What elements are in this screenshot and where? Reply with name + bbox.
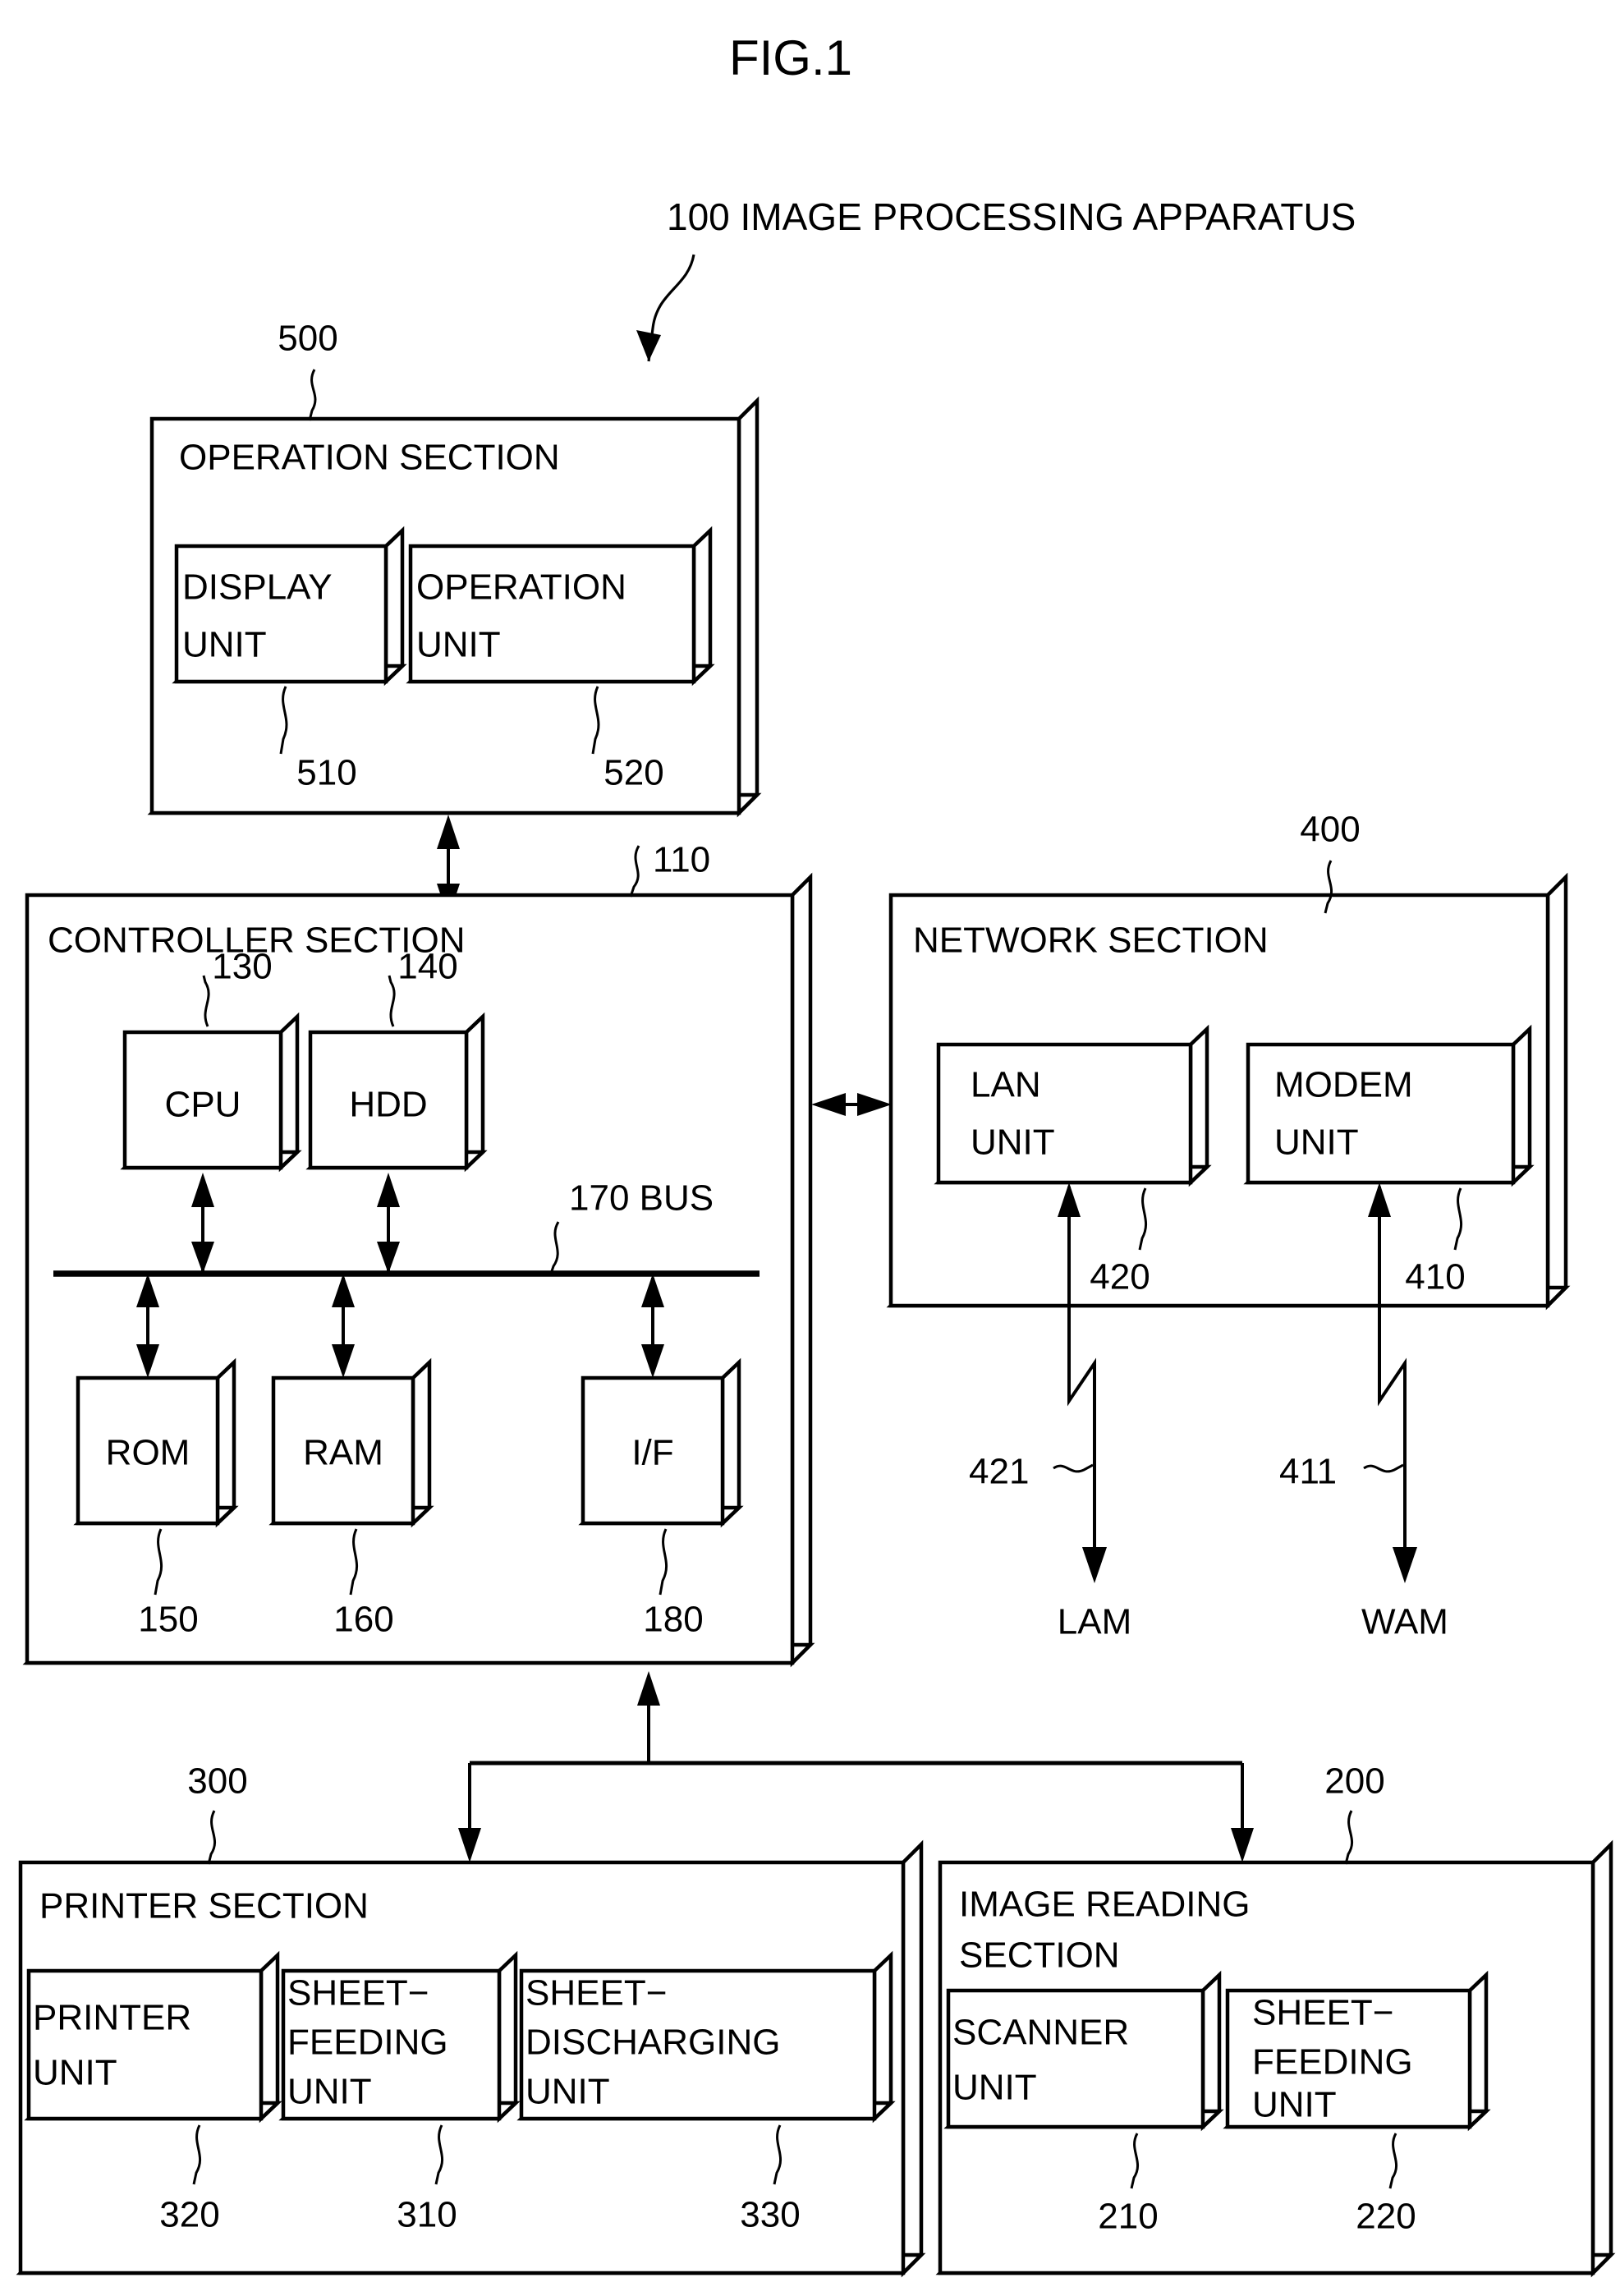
image-reading-section-depth-right	[1590, 1839, 1613, 2278]
image-reading-section-ref: 200	[1324, 1761, 1384, 1802]
rom-depth-right	[215, 1357, 236, 1528]
printer-unit-label-line2: UNIT	[33, 2053, 117, 2093]
modem-link-ref-leader	[1363, 1463, 1404, 1473]
modem-unit-depth-right	[1511, 1024, 1532, 1187]
controller-section-body	[25, 893, 795, 1665]
display-unit-depth-right	[383, 526, 405, 687]
patent-figure: FIG.1 100 IMAGE PROCESSING APPARATUS OPE…	[0, 0, 1620, 2296]
modem-unit-label-line2: UNIT	[1274, 1123, 1359, 1163]
lan-endpoint-label: LAM	[1058, 1602, 1131, 1642]
cpu-label: CPU	[165, 1085, 241, 1125]
display-unit-label-line2: UNIT	[182, 625, 267, 665]
controller-network-link	[811, 1093, 892, 1116]
hdd-ref: 140	[397, 947, 457, 987]
scanner-unit-label-line2: UNIT	[952, 2068, 1037, 2108]
printer-section-ref-leader	[207, 1810, 216, 1865]
image-reading-section-title-line2: SECTION	[959, 1936, 1120, 1976]
reading-sheet-feeding-unit-depth-right	[1467, 1970, 1489, 2132]
rom-ref: 150	[138, 1600, 198, 1640]
sheet-discharging-unit-label-line1: SHEET−	[525, 1973, 667, 2014]
controller-section: CONTROLLER SECTION 110 CPU 130 HDD 140 1…	[22, 840, 815, 1668]
printer-unit-label-line1: PRINTER	[33, 1998, 191, 2038]
sheet-feeding-unit-label-line2: FEEDING	[287, 2023, 448, 2063]
sheet-discharging-unit-label-line2: DISCHARGING	[525, 2023, 780, 2063]
sheet-feeding-unit-ref: 310	[397, 2195, 457, 2235]
display-unit-ref: 510	[296, 753, 356, 793]
sheet-feeding-unit-label-line1: SHEET−	[287, 1973, 429, 2014]
ram-label: RAM	[303, 1433, 383, 1473]
network-section-title: NETWORK SECTION	[913, 921, 1269, 961]
lan-unit-label-line2: UNIT	[971, 1123, 1055, 1163]
bus-label: 170 BUS	[569, 1178, 714, 1219]
lan-link-ref-leader	[1053, 1463, 1094, 1473]
modem-endpoint-label: WAM	[1361, 1602, 1448, 1642]
if-ref: 180	[643, 1600, 703, 1640]
printer-section-ref: 300	[187, 1761, 247, 1802]
sheet-discharging-unit-depth-right	[872, 1950, 893, 2124]
operation-section-depth-right	[737, 396, 760, 818]
sheet-feeding-unit-label-line3: UNIT	[287, 2072, 372, 2112]
apparatus-callout-arrowhead	[636, 330, 661, 361]
operation-section: OPERATION SECTION 500 DISPLAY UNIT 510 O…	[147, 319, 762, 818]
display-unit-label-line1: DISPLAY	[182, 567, 333, 608]
if-label: I/F	[631, 1433, 673, 1473]
operation-unit-ref: 520	[603, 753, 663, 793]
reading-sheet-feeding-unit-label-line2: FEEDING	[1252, 2042, 1413, 2082]
operation-unit-label-line2: UNIT	[416, 625, 501, 665]
lan-unit-ref: 420	[1090, 1257, 1150, 1297]
lan-link-ref: 421	[969, 1452, 1029, 1492]
rom-label: ROM	[106, 1433, 190, 1473]
cpu-depth-right	[278, 1012, 300, 1173]
image-reading-section-title-line1: IMAGE READING	[959, 1885, 1251, 1925]
cpu-ref: 130	[212, 947, 272, 987]
operation-unit-label-line1: OPERATION	[416, 567, 626, 608]
figure-title: FIG.1	[729, 30, 852, 85]
ram-ref: 160	[333, 1600, 393, 1640]
sheet-feeding-unit-depth-right	[497, 1950, 518, 2124]
lan-unit-label-line1: LAN	[971, 1065, 1041, 1105]
modem-link-ref: 411	[1279, 1452, 1337, 1492]
sheet-discharging-unit-ref: 330	[740, 2195, 800, 2235]
operation-section-title: OPERATION SECTION	[179, 438, 560, 478]
image-reading-section-ref-leader	[1344, 1810, 1353, 1865]
scanner-unit-ref: 210	[1098, 2197, 1158, 2237]
sheet-discharging-unit-label-line3: UNIT	[525, 2072, 610, 2112]
printer-unit-ref: 320	[159, 2195, 219, 2235]
controller-section-ref: 110	[653, 840, 710, 880]
reading-sheet-feeding-unit-label-line1: SHEET−	[1252, 1993, 1393, 2033]
network-section: NETWORK SECTION 400 LAN UNIT 420 MODEM U…	[886, 810, 1571, 1311]
modem-unit-ref: 410	[1405, 1257, 1465, 1297]
image-reading-section: IMAGE READING SECTION 200 SCANNER UNIT 2…	[935, 1761, 1616, 2278]
printer-section-title: PRINTER SECTION	[39, 1886, 369, 1926]
ram-depth-right	[411, 1357, 432, 1528]
reading-sheet-feeding-unit-label-line3: UNIT	[1252, 2085, 1337, 2125]
network-section-depth-right	[1545, 872, 1568, 1311]
modem-unit-label-line1: MODEM	[1274, 1065, 1413, 1105]
reading-sheet-feeding-unit-ref: 220	[1356, 2197, 1416, 2237]
scanner-unit-label-line1: SCANNER	[952, 2013, 1129, 2053]
hdd-label: HDD	[349, 1085, 427, 1125]
printer-section-depth-right	[901, 1839, 924, 2278]
lan-unit-depth-right	[1188, 1024, 1209, 1187]
printer-unit-depth-right	[259, 1950, 280, 2124]
if-depth-right	[720, 1357, 741, 1528]
controller-section-ref-leader	[629, 845, 640, 898]
hdd-depth-right	[464, 1012, 485, 1173]
controller-engines-bus	[458, 1671, 1254, 1862]
operation-section-ref-leader	[308, 369, 317, 421]
scanner-unit-depth-right	[1200, 1970, 1222, 2132]
operation-unit-depth-right	[691, 526, 713, 687]
network-section-ref: 400	[1300, 810, 1360, 850]
controller-section-depth-right	[790, 872, 813, 1668]
operation-section-ref: 500	[278, 319, 337, 359]
printer-unit-face	[26, 1968, 264, 2121]
apparatus-callout-label: 100 IMAGE PROCESSING APPARATUS	[667, 195, 1356, 238]
